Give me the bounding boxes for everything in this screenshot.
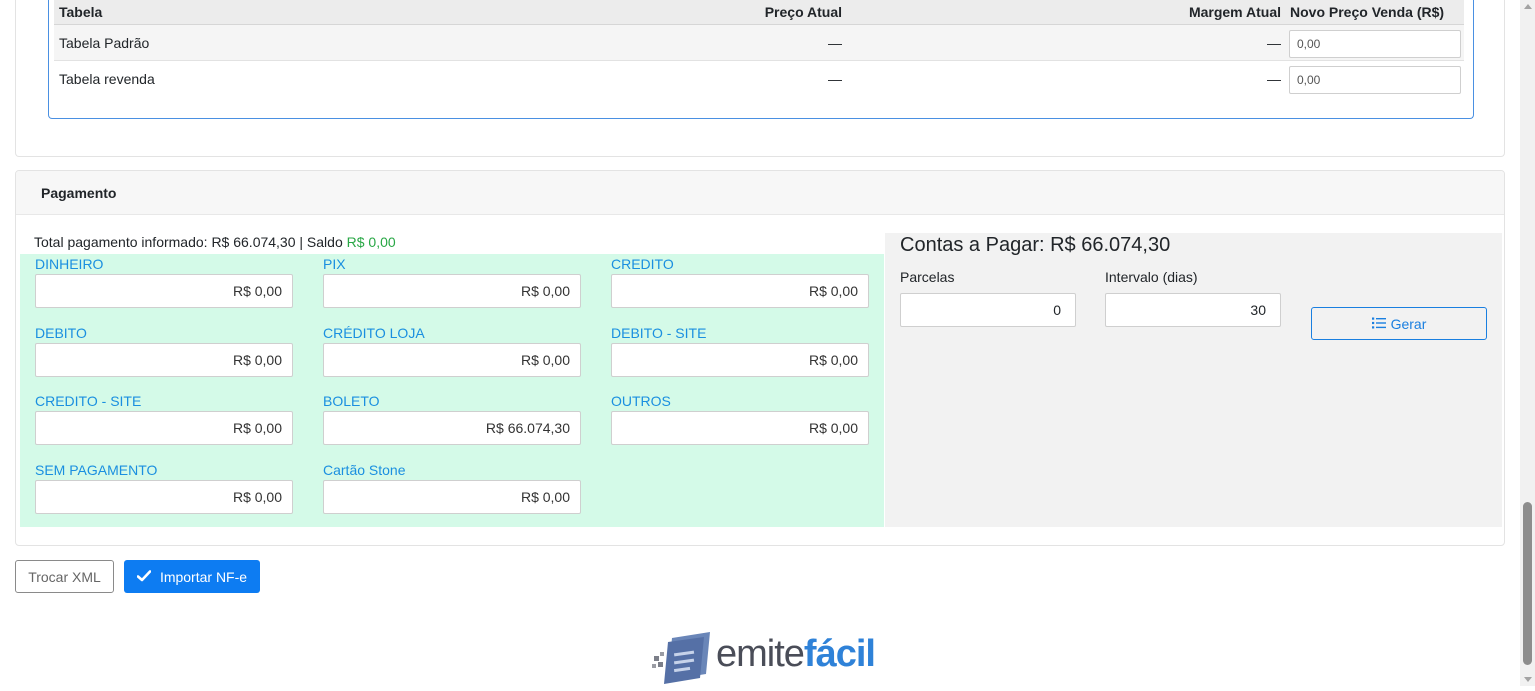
payment-method-label: DEBITO - SITE [611, 325, 707, 341]
trocar-xml-button[interactable]: Trocar XML [15, 560, 114, 593]
payment-card-title: Pagamento [16, 171, 1504, 215]
payment-method-outros: OUTROS R$ 0,00 [611, 391, 869, 445]
novo-preco-input[interactable]: 0,00 [1289, 30, 1461, 58]
intervalo-field: Intervalo (dias) 30 [1105, 267, 1281, 327]
contas-a-pagar-panel: Contas a Pagar: R$ 66.074,30 Parcelas 0 … [885, 233, 1502, 527]
parcelas-input[interactable]: 0 [900, 293, 1076, 327]
emitefacil-logo: emitefácil [650, 630, 876, 688]
payment-methods-panel: DINHEIRO R$ 0,00 PIX R$ 0,00 CREDITO R$ … [20, 254, 884, 527]
vertical-scrollbar[interactable] [1520, 0, 1535, 686]
payment-method-label: CRÉDITO LOJA [323, 325, 425, 341]
logo-text-facil: fácil [803, 633, 876, 675]
row-margem-atual: — [1267, 34, 1281, 51]
payment-method-input[interactable]: R$ 0,00 [35, 274, 293, 308]
header-preco-atual: Preço Atual [764, 4, 842, 20]
parcelas-label: Parcelas [900, 269, 955, 285]
scrollbar-thumb[interactable] [1523, 502, 1532, 665]
payment-method-credito-loja: CRÉDITO LOJA R$ 0,00 [323, 323, 581, 377]
scroll-down-arrow-icon[interactable] [1524, 677, 1532, 682]
intervalo-label: Intervalo (dias) [1105, 269, 1198, 285]
payment-method-dinheiro: DINHEIRO R$ 0,00 [35, 254, 293, 308]
row-margem-atual: — [1267, 71, 1281, 87]
header-tabela: Tabela [59, 4, 103, 20]
logo-text-emite: emite [716, 633, 805, 675]
gerar-button-label: Gerar [1390, 315, 1427, 332]
gerar-button[interactable]: Gerar [1311, 307, 1487, 340]
payment-method-input[interactable]: R$ 0,00 [611, 411, 869, 445]
payment-method-input[interactable]: R$ 0,00 [611, 274, 869, 308]
payment-method-label: CREDITO [611, 256, 674, 272]
payment-method-label: BOLETO [323, 393, 380, 409]
table-row: Tabela revenda — — 0,00 [54, 61, 1464, 97]
payment-method-input[interactable]: R$ 0,00 [35, 411, 293, 445]
payment-card: Pagamento Total pagamento informado: R$ … [15, 170, 1505, 546]
payment-method-boleto: BOLETO R$ 66.074,30 [323, 391, 581, 445]
importar-nfe-label: Importar NF-e [159, 568, 248, 585]
row-tabela-name: Tabela revenda [59, 71, 155, 87]
novo-preco-input[interactable]: 0,00 [1289, 66, 1461, 94]
intervalo-input[interactable]: 30 [1105, 293, 1281, 327]
parcelas-field: Parcelas 0 [900, 267, 1076, 327]
payment-method-label: CREDITO - SITE [35, 393, 142, 409]
row-preco-atual: — [828, 71, 842, 87]
payment-method-debito: DEBITO R$ 0,00 [35, 323, 293, 377]
payment-method-label: Cartão Stone [323, 462, 406, 478]
payment-summary: Total pagamento informado: R$ 66.074,30 … [34, 234, 396, 250]
payment-method-pix: PIX R$ 0,00 [323, 254, 581, 308]
emitefacil-logo-mark [652, 632, 710, 684]
payment-method-cartao-stone: Cartão Stone R$ 0,00 [323, 460, 581, 514]
saldo-value: R$ 0,00 [346, 234, 396, 250]
emitefacil-logo-text: emitefácil [716, 632, 876, 676]
payment-method-input[interactable]: R$ 0,00 [323, 480, 581, 514]
scroll-up-arrow-icon[interactable] [1524, 4, 1532, 9]
table-row: Tabela Padrão — — 0,00 [54, 25, 1464, 61]
payment-method-label: SEM PAGAMENTO [35, 462, 158, 478]
header-margem-atual: Margem Atual [1188, 4, 1281, 20]
row-preco-atual: — [828, 34, 842, 51]
contas-a-pagar-title: Contas a Pagar: R$ 66.074,30 [900, 234, 1171, 256]
price-table-header: Tabela Preço Atual Margem Atual Novo Pre… [54, 0, 1464, 25]
payment-method-sem-pagamento: SEM PAGAMENTO R$ 0,00 [35, 460, 293, 514]
payment-method-debito-site: DEBITO - SITE R$ 0,00 [611, 323, 869, 377]
list-icon [1371, 316, 1386, 332]
payment-method-label: DEBITO [35, 325, 87, 341]
payment-method-input[interactable]: R$ 0,00 [35, 343, 293, 377]
payment-method-label: OUTROS [611, 393, 671, 409]
payment-method-input[interactable]: R$ 0,00 [611, 343, 869, 377]
payment-summary-text: Total pagamento informado: R$ 66.074,30 … [34, 234, 347, 250]
price-table: Tabela Preço Atual Margem Atual Novo Pre… [54, 0, 1464, 97]
payment-method-label: DINHEIRO [35, 256, 104, 272]
payment-method-input[interactable]: R$ 66.074,30 [323, 411, 581, 445]
header-novo-preco: Novo Preço Venda (R$) [1290, 4, 1445, 20]
check-icon [136, 569, 152, 585]
payment-method-credito-site: CREDITO - SITE R$ 0,00 [35, 391, 293, 445]
payment-method-input[interactable]: R$ 0,00 [35, 480, 293, 514]
payment-method-credito: CREDITO R$ 0,00 [611, 254, 869, 308]
payment-method-label: PIX [323, 256, 346, 272]
payment-method-input[interactable]: R$ 0,00 [323, 343, 581, 377]
payment-method-input[interactable]: R$ 0,00 [323, 274, 581, 308]
row-tabela-name: Tabela Padrão [59, 34, 150, 51]
importar-nfe-button[interactable]: Importar NF-e [124, 560, 260, 593]
